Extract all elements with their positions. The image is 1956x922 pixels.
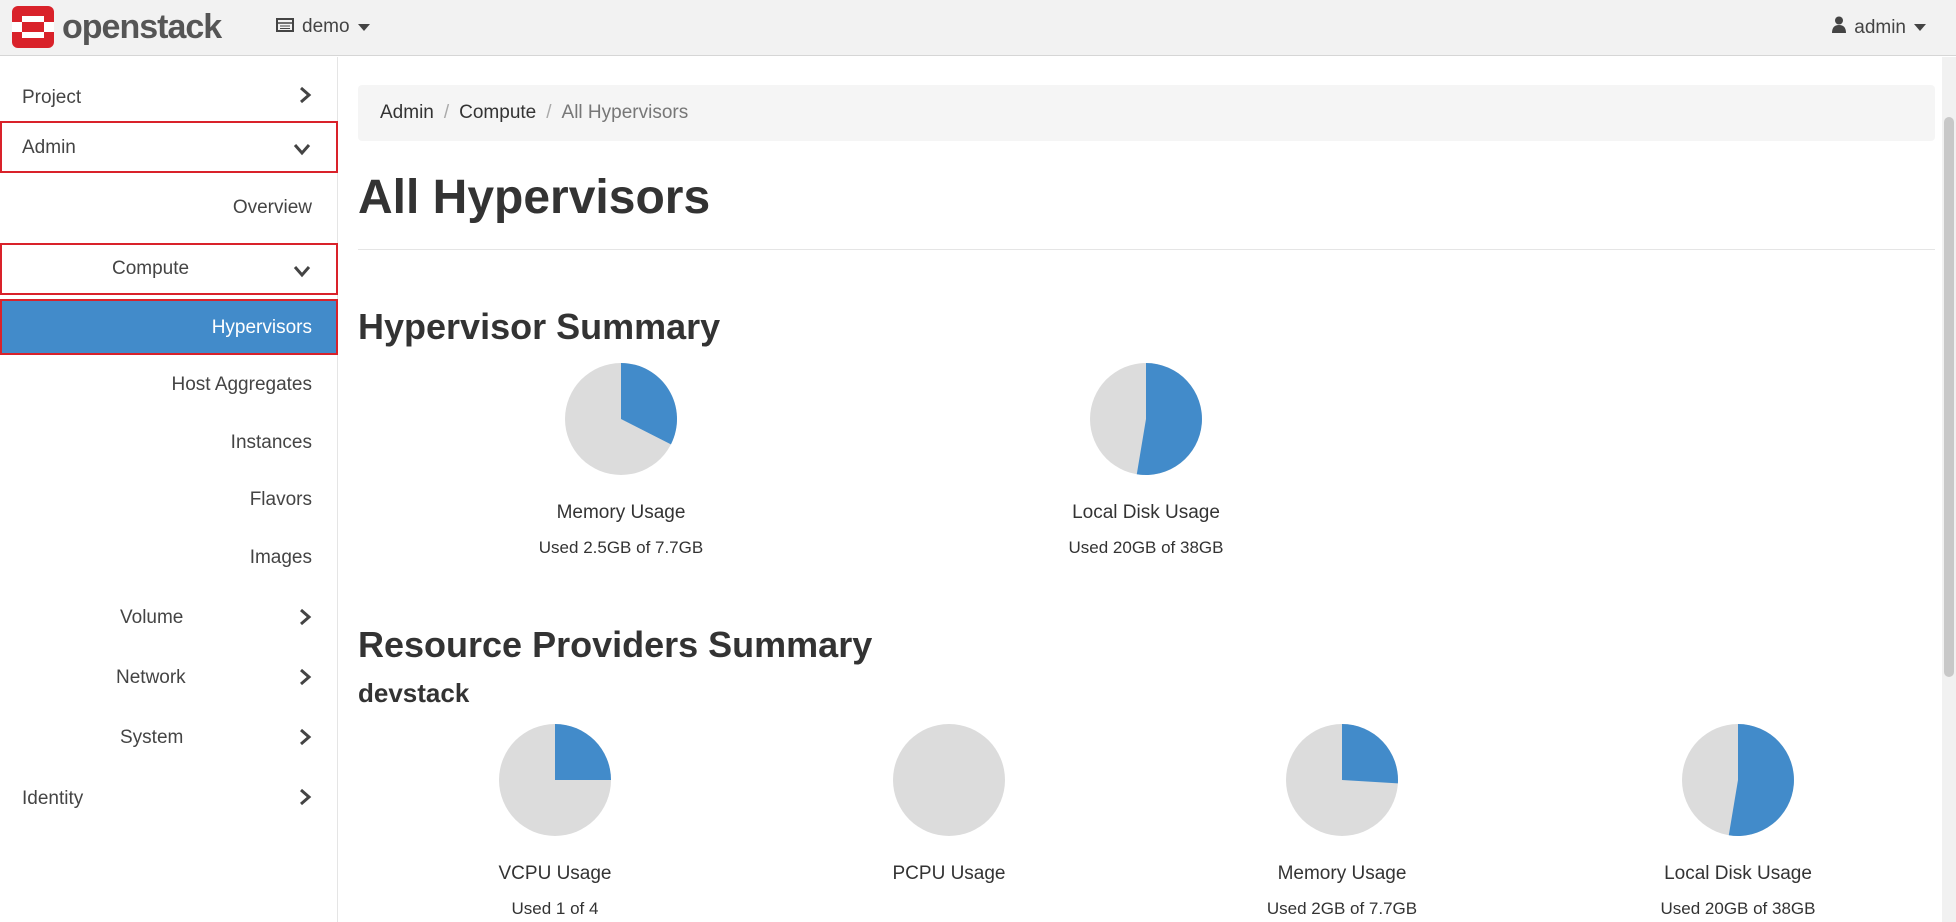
hypervisor-summary-heading: Hypervisor Summary bbox=[358, 306, 721, 347]
chevron-right-icon bbox=[298, 787, 312, 813]
breadcrumb-admin[interactable]: Admin bbox=[380, 102, 434, 124]
breadcrumb-separator: / bbox=[443, 102, 450, 123]
sidebar-item-label: Host Aggregates bbox=[171, 374, 312, 395]
chart-subtitle: Used 20GB of 38GB bbox=[1660, 899, 1816, 918]
sidebar-item-label: System bbox=[120, 727, 184, 748]
breadcrumb-separator: / bbox=[546, 102, 552, 123]
sidebar-item-admin[interactable]: Admin bbox=[0, 121, 338, 173]
user-name: admin bbox=[1854, 16, 1906, 38]
resource-providers-heading: Resource Providers Summary bbox=[358, 624, 873, 665]
provider-local-disk-usage-pie bbox=[1682, 724, 1794, 836]
sidebar-item-label: Images bbox=[249, 547, 312, 568]
memory-usage-pie bbox=[565, 363, 678, 475]
page-title: All Hypervisors bbox=[358, 171, 711, 224]
brand-name: openstack bbox=[62, 7, 222, 46]
sidebar-item-identity[interactable]: Identity bbox=[0, 775, 338, 821]
memory-usage-chart: Memory Usage Used 2.5GB of 7.7GB bbox=[471, 362, 771, 558]
chart-title: Memory Usage bbox=[1277, 863, 1407, 884]
provider-memory-usage-pie bbox=[1286, 724, 1399, 836]
pie-slice-used bbox=[1136, 363, 1202, 475]
chart-subtitle: Used 2GB of 7.7GB bbox=[1266, 899, 1418, 918]
chart-title: PCPU Usage bbox=[892, 863, 1006, 884]
local-disk-usage-pie bbox=[1090, 363, 1202, 475]
pie-slice-used bbox=[1342, 724, 1399, 784]
page-scrollbar[interactable] bbox=[1942, 57, 1956, 922]
scrollbar-thumb[interactable] bbox=[1944, 117, 1954, 677]
chart-title: Memory Usage bbox=[556, 502, 686, 523]
chart-title: Local Disk Usage bbox=[1664, 863, 1812, 884]
sidebar-item-label: Network bbox=[116, 667, 186, 688]
pie-slice-free bbox=[893, 724, 1005, 836]
sidebar: Project Admin Overview Compute Hyperviso… bbox=[0, 57, 338, 922]
top-navbar: openstack demo admin bbox=[0, 0, 1956, 56]
sidebar-item-network[interactable]: Network bbox=[0, 655, 338, 701]
chart-title: VCPU Usage bbox=[498, 863, 612, 884]
chevron-right-icon bbox=[298, 727, 312, 753]
sidebar-item-project[interactable]: Project bbox=[0, 67, 338, 117]
local-disk-usage-chart: Local Disk Usage Used 20GB of 38GB bbox=[996, 362, 1296, 558]
vcpu-usage-pie bbox=[499, 724, 611, 836]
openstack-logo[interactable]: openstack bbox=[12, 6, 222, 48]
chevron-right-icon bbox=[298, 85, 312, 111]
provider-memory-usage-chart: Memory Usage Used 2GB of 7.7GB bbox=[1192, 723, 1492, 919]
sidebar-item-flavors[interactable]: Flavors bbox=[0, 478, 338, 522]
chevron-right-icon bbox=[298, 667, 312, 693]
provider-local-disk-usage-chart: Local Disk Usage Used 20GB of 38GB bbox=[1588, 723, 1888, 919]
sidebar-item-label: Flavors bbox=[249, 489, 312, 510]
pcpu-usage-pie bbox=[893, 724, 1005, 836]
chart-subtitle: Used 2.5GB of 7.7GB bbox=[538, 538, 704, 557]
chart-title: Local Disk Usage bbox=[1072, 502, 1220, 523]
sidebar-item-label: Hypervisors bbox=[211, 317, 312, 338]
sidebar-item-label: Instances bbox=[230, 432, 312, 453]
project-name: demo bbox=[302, 16, 350, 37]
user-menu[interactable]: admin bbox=[1832, 16, 1926, 39]
user-icon bbox=[1832, 16, 1847, 39]
provider-name: devstack bbox=[358, 678, 470, 708]
pie-slice-used bbox=[555, 724, 611, 780]
sidebar-item-label: Overview bbox=[232, 197, 312, 218]
sidebar-item-label: Identity bbox=[22, 788, 84, 809]
chevron-down-icon bbox=[292, 140, 312, 162]
sidebar-item-system[interactable]: System bbox=[0, 715, 338, 761]
sidebar-item-hypervisors[interactable]: Hypervisors bbox=[0, 299, 338, 355]
breadcrumb-current: All Hypervisors bbox=[561, 102, 689, 123]
project-list-icon bbox=[276, 16, 294, 38]
sidebar-item-instances[interactable]: Instances bbox=[0, 421, 338, 465]
divider bbox=[358, 249, 1935, 250]
sidebar-item-label: Admin bbox=[22, 137, 76, 158]
breadcrumb: Admin / Compute / All Hypervisors bbox=[358, 85, 1935, 141]
sidebar-item-label: Volume bbox=[120, 607, 184, 628]
pie-slice-used bbox=[1728, 724, 1794, 836]
sidebar-item-compute[interactable]: Compute bbox=[0, 243, 338, 295]
sidebar-item-images[interactable]: Images bbox=[0, 536, 338, 580]
sidebar-item-label: Compute bbox=[112, 258, 190, 279]
sidebar-item-volume[interactable]: Volume bbox=[0, 595, 338, 641]
chart-subtitle: Used 20GB of 38GB bbox=[1068, 538, 1224, 557]
chevron-down-icon bbox=[357, 23, 370, 31]
breadcrumb-compute[interactable]: Compute bbox=[459, 102, 536, 124]
sidebar-item-overview[interactable]: Overview bbox=[0, 185, 338, 229]
openstack-logo-icon bbox=[12, 6, 54, 48]
chart-subtitle: Used 1 of 4 bbox=[511, 899, 599, 918]
chevron-down-icon bbox=[292, 262, 312, 284]
sidebar-item-host-aggregates[interactable]: Host Aggregates bbox=[0, 363, 338, 407]
vcpu-usage-chart: VCPU Usage Used 1 of 4 bbox=[405, 723, 705, 919]
chevron-right-icon bbox=[298, 607, 312, 633]
project-switcher[interactable]: demo bbox=[276, 16, 370, 38]
chevron-down-icon bbox=[1914, 24, 1926, 31]
pcpu-usage-chart: PCPU Usage bbox=[799, 723, 1099, 899]
sidebar-item-label: Project bbox=[22, 87, 82, 108]
